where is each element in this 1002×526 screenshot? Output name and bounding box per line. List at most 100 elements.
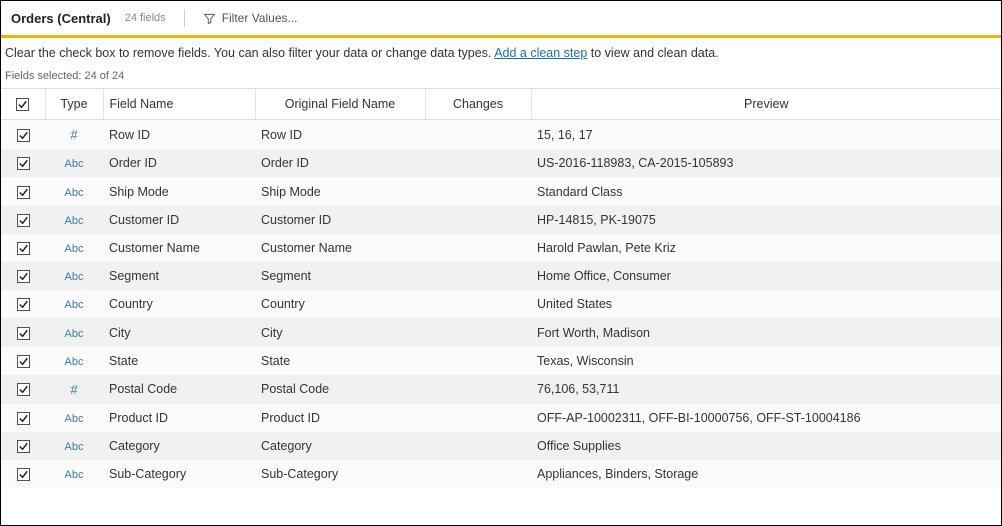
type-badge[interactable]: Abc [45,460,103,488]
type-badge[interactable]: Abc [45,432,103,460]
preview-cell: United States [531,290,1001,318]
type-badge[interactable]: Abc [45,149,103,177]
divider [184,9,185,27]
string-type-icon: Abc [65,187,84,199]
row-checkbox[interactable] [1,347,45,375]
prep-fields-pane: Orders (Central) 24 fields Filter Values… [0,0,1002,526]
field-name-cell[interactable]: Segment [103,262,255,290]
header-field-name[interactable]: Field Name [103,89,255,120]
table-row[interactable]: Abc Customer NameCustomer Name Harold Pawl… [1,234,1001,262]
string-type-icon: Abc [65,243,84,255]
row-checkbox[interactable] [1,404,45,432]
field-name-cell[interactable]: Customer ID [103,206,255,234]
row-checkbox[interactable] [1,290,45,318]
table-row[interactable]: AbcSegmentSegmentHome Office, Consumer [1,262,1001,290]
table-row[interactable]: Abc CityCity Fort Worth, Madison [1,318,1001,346]
field-name-cell[interactable]: Sub-Category [103,460,255,488]
row-checkbox[interactable] [1,375,45,404]
original-field-name-cell: Postal Code [255,375,425,404]
table-row[interactable]: Abc Order IDOrder ID US-2016-118983, CA-20… [1,149,1001,177]
header-original[interactable]: Original Field Name [255,89,425,120]
header-preview[interactable]: Preview [531,89,1001,120]
changes-cell [425,290,531,318]
type-badge[interactable]: Abc [45,177,103,205]
original-field-name-cell: Product ID [255,404,425,432]
type-badge[interactable]: # [45,375,103,404]
original-field-name-cell: Sub-Category [255,460,425,488]
filter-values-button[interactable]: Filter Values... [203,11,298,25]
original-field-name-cell: Country [255,290,425,318]
changes-cell [425,460,531,488]
info-bar: Clear the check box to remove fields. Yo… [1,38,1001,66]
table-row[interactable]: AbcStateStateTexas, Wisconsin [1,347,1001,375]
original-field-name-cell: Order ID [255,149,425,177]
row-checkbox[interactable] [1,234,45,262]
string-type-icon: Abc [65,441,84,453]
type-badge[interactable]: Abc [45,290,103,318]
preview-cell: Texas, Wisconsin [531,347,1001,375]
field-name-cell[interactable]: Row ID [103,120,255,150]
field-name-cell[interactable]: City [103,318,255,346]
type-badge[interactable]: Abc [45,262,103,290]
row-checkbox[interactable] [1,177,45,205]
table-row[interactable]: #Row IDRow ID15, 16, 17 [1,120,1001,150]
preview-cell: Office Supplies [531,432,1001,460]
type-badge[interactable]: Abc [45,404,103,432]
field-name-cell[interactable]: Customer Name [103,234,255,262]
original-field-name-cell: Customer ID [255,206,425,234]
field-name-cell[interactable]: State [103,347,255,375]
table-row[interactable]: AbcSub-CategorySub-CategoryAppliances, B… [1,460,1001,488]
preview-cell: OFF-AP-10002311, OFF-BI-10000756, OFF-ST… [531,404,1001,432]
row-checkbox[interactable] [1,206,45,234]
field-name-cell[interactable]: Product ID [103,404,255,432]
table-row[interactable]: AbcShip ModeShip ModeStandard Class [1,177,1001,205]
type-badge[interactable]: # [45,120,103,150]
original-field-name-cell: City [255,318,425,346]
add-clean-step-link[interactable]: Add a clean step [494,46,587,60]
preview-cell: US-2016-118983, CA-2015-105893 [531,149,1001,177]
row-checkbox[interactable] [1,318,45,346]
type-badge[interactable]: Abc [45,206,103,234]
changes-cell [425,262,531,290]
table-row[interactable]: Abc CategoryCategory Office Supplies [1,432,1001,460]
field-name-cell[interactable]: Ship Mode [103,177,255,205]
field-name-cell[interactable]: Category [103,432,255,460]
changes-cell [425,120,531,150]
string-type-icon: Abc [65,469,84,481]
header-type[interactable]: Type [45,89,103,120]
header-changes[interactable]: Changes [425,89,531,120]
type-badge[interactable]: Abc [45,347,103,375]
info-text-before: Clear the check box to remove fields. Yo… [5,46,494,60]
type-badge[interactable]: Abc [45,234,103,262]
changes-cell [425,149,531,177]
field-name-cell[interactable]: Order ID [103,149,255,177]
preview-cell: Harold Pawlan, Pete Kriz [531,234,1001,262]
string-type-icon: Abc [65,413,84,425]
original-field-name-cell: Category [255,432,425,460]
table-row[interactable]: Abc Product IDProduct ID OFF-AP-10002311, … [1,404,1001,432]
row-checkbox[interactable] [1,262,45,290]
string-type-icon: Abc [65,328,84,340]
changes-cell [425,177,531,205]
row-checkbox[interactable] [1,460,45,488]
preview-cell: Fort Worth, Madison [531,318,1001,346]
original-field-name-cell: State [255,347,425,375]
table-row[interactable]: #Postal CodePostal Code76,106, 53,711 [1,375,1001,404]
original-field-name-cell: Customer Name [255,234,425,262]
row-checkbox[interactable] [1,120,45,150]
select-all-checkbox[interactable] [16,97,29,111]
info-text-after: to view and clean data. [587,46,718,60]
field-name-cell[interactable]: Country [103,290,255,318]
row-checkbox[interactable] [1,149,45,177]
changes-cell [425,432,531,460]
datasource-title: Orders (Central) [11,11,111,26]
row-checkbox[interactable] [1,432,45,460]
table-row[interactable]: AbcCustomer IDCustomer IDHP-14815, PK-19… [1,206,1001,234]
fields-table: Type Field Name Original Field Name Chan… [1,88,1001,488]
preview-cell: 15, 16, 17 [531,120,1001,150]
field-name-cell[interactable]: Postal Code [103,375,255,404]
table-row[interactable]: AbcCountryCountryUnited States [1,290,1001,318]
header-checkbox-cell[interactable] [1,89,45,120]
type-badge[interactable]: Abc [45,318,103,346]
string-type-icon: Abc [65,158,84,170]
